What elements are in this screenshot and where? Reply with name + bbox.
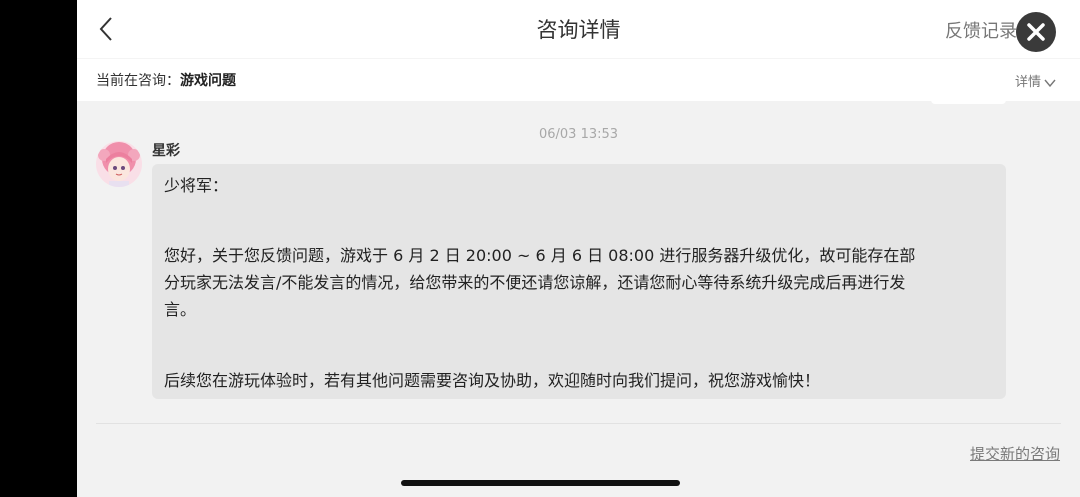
- avatar-image: [96, 141, 142, 187]
- close-icon: [1027, 23, 1045, 41]
- consult-bar: 当前在咨询：游戏问题 详情: [77, 58, 1080, 101]
- message-timestamp: 06/03 13:53: [538, 127, 619, 142]
- message-bubble: 少将军： 您好，关于您反馈问题，游戏于 6 月 2 日 20:00 ~ 6 月 …: [152, 164, 1006, 399]
- left-black-bar: [0, 0, 77, 497]
- dropdown-edge: [931, 100, 1006, 104]
- message-closing: 后续您在游玩体验时，若有其他问题需要咨询及协助，欢迎随时向我们提问，祝您游戏愉快…: [164, 371, 821, 390]
- avatar: [96, 141, 142, 187]
- message-line: 分玩家无法发言/不能发言的情况，给您带来的不便还请您谅解，还请您耐心等待系统升级…: [164, 273, 906, 292]
- sender-name: 星彩: [152, 143, 180, 159]
- chevron-down-icon: [1044, 79, 1056, 87]
- header: 咨询详情 反馈记录: [77, 0, 1080, 58]
- message-greeting: 少将军：: [164, 176, 229, 195]
- consult-label: 当前在咨询：: [96, 73, 180, 89]
- divider: [96, 423, 1061, 424]
- page-title: 咨询详情: [536, 18, 621, 42]
- home-indicator[interactable]: [401, 480, 680, 486]
- details-toggle[interactable]: 详情: [1015, 71, 1056, 90]
- message-line: 言。: [164, 300, 197, 319]
- submit-new-consult-link[interactable]: 提交新的咨询: [970, 443, 1060, 464]
- consult-topic-value: 游戏问题: [180, 73, 236, 89]
- details-label: 详情: [1015, 75, 1042, 90]
- feedback-records-link[interactable]: 反馈记录: [945, 17, 1017, 43]
- message-line: 您好，关于您反馈问题，游戏于 6 月 2 日 20:00 ~ 6 月 6 日 0…: [164, 246, 916, 265]
- close-button[interactable]: [1016, 12, 1056, 52]
- consult-topic: 当前在咨询：游戏问题: [96, 70, 236, 90]
- app-window: 咨询详情 反馈记录 当前在咨询：游戏问题 详情 06/03 13:53 星彩 少…: [77, 0, 1080, 497]
